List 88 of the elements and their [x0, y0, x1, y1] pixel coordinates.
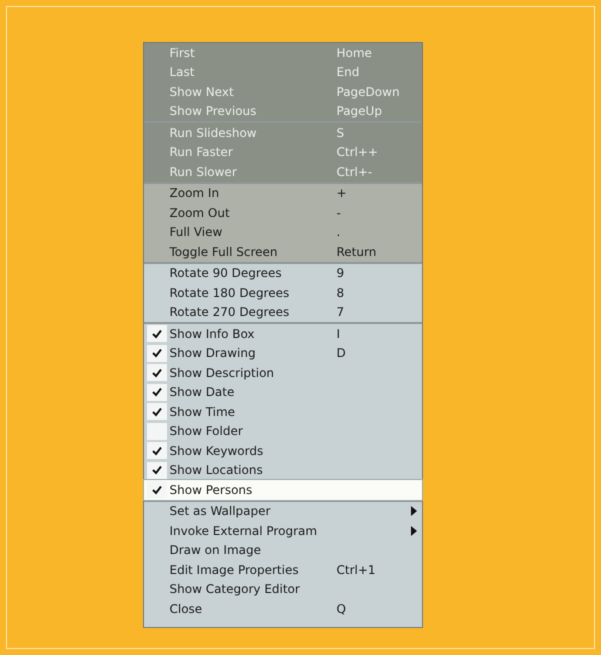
checkbox[interactable]: [146, 384, 166, 401]
shortcut-label: -: [336, 206, 341, 220]
menu-item[interactable]: Show Keywords: [144, 441, 422, 460]
shortcut-label: Q: [336, 602, 346, 616]
checkmark-icon: [152, 387, 162, 398]
checkbox[interactable]: [146, 344, 166, 362]
checkmark-icon: [152, 446, 162, 456]
submenu-arrow-icon: [411, 526, 417, 536]
menu-item-label: Invoke External Program: [170, 524, 318, 538]
checkbox[interactable]: [146, 481, 166, 498]
checkmark-icon: [152, 484, 162, 495]
checkmark-icon: [152, 368, 162, 378]
shortcut-label: 9: [336, 266, 344, 280]
shortcut-label: Ctrl+1: [336, 562, 376, 577]
menu-item-label: Rotate 270 Degrees: [170, 305, 290, 320]
menu-item[interactable]: Show Date: [144, 382, 422, 402]
checkbox[interactable]: [146, 364, 166, 382]
menu-item[interactable]: Draw on Image: [144, 540, 422, 560]
shortcut-label: I: [336, 326, 340, 341]
menu-item-label: Show Next: [170, 84, 235, 99]
submenu-arrow-icon: [411, 506, 417, 516]
menu-item-label: Show Drawing: [170, 346, 257, 360]
checkbox[interactable]: [146, 403, 166, 420]
menu-item-label: Show Previous: [170, 104, 258, 118]
menu-item-label: Show Folder: [170, 424, 244, 438]
menu-item[interactable]: Show Info Box I: [144, 324, 422, 344]
menu-item[interactable]: Rotate 180 Degrees 8: [144, 283, 422, 302]
shortcut-label: PageUp: [336, 104, 382, 118]
menu-item[interactable]: Close Q: [144, 599, 422, 618]
shortcut-label: PageDown: [336, 84, 400, 99]
menu-item-label: Run Slower: [170, 164, 238, 179]
menu-item[interactable]: Show Time: [144, 402, 422, 422]
menu-item[interactable]: Zoom Out -: [144, 203, 422, 222]
menu-item-label: Zoom Out: [170, 206, 231, 220]
menu-item-label: Run Slideshow: [170, 126, 258, 140]
shortcut-label: End: [336, 65, 360, 80]
menu-item[interactable]: Edit Image Properties Ctrl+1: [144, 560, 422, 580]
menu-item-label: Draw on Image: [170, 543, 262, 558]
menu-item-label: Show Date: [170, 385, 236, 400]
menu-item[interactable]: Show Persons: [144, 480, 422, 500]
menu-item[interactable]: Show Folder: [144, 422, 422, 441]
menu-item[interactable]: Zoom In +: [144, 184, 422, 203]
shortcut-label: Ctrl+-: [336, 164, 372, 179]
menu-item-label: Show Keywords: [170, 444, 264, 458]
menu-item-label: Show Category Editor: [170, 582, 301, 596]
checkmark-icon: [152, 348, 162, 358]
menu-item[interactable]: Show Locations: [144, 460, 422, 480]
menu-item-label: Run Faster: [170, 145, 234, 160]
shortcut-label: .: [336, 225, 340, 240]
shortcut-label: Home: [336, 46, 372, 60]
menu-item-label: Edit Image Properties: [170, 562, 300, 577]
shortcut-label: S: [336, 126, 344, 140]
menu-item[interactable]: Toggle Full Screen Return: [144, 242, 422, 262]
shortcut-label: Ctrl++: [336, 145, 378, 160]
menu-item-label: Show Description: [170, 366, 276, 380]
menu-item-label: Rotate 90 Degrees: [170, 266, 283, 280]
menu-item-label: Show Locations: [170, 463, 264, 478]
checkmark-icon: [152, 465, 162, 476]
menu-item-label: Rotate 180 Degrees: [170, 286, 290, 300]
menu-item[interactable]: Show Category Editor: [144, 580, 422, 599]
checkbox[interactable]: [146, 442, 166, 460]
menu-item[interactable]: Rotate 270 Degrees 7: [144, 302, 422, 322]
menu-item[interactable]: Rotate 90 Degrees 9: [144, 264, 422, 283]
shortcut-label: Return: [336, 244, 376, 259]
shortcut-label: D: [336, 346, 346, 360]
menu-item-label: First: [170, 46, 196, 60]
menu-item[interactable]: Set as Wallpaper: [144, 502, 422, 521]
menu-item-label: Zoom In: [170, 186, 220, 200]
menu-item-label: Show Info Box: [170, 326, 256, 341]
checkbox[interactable]: [146, 462, 166, 479]
menu-item-label: Show Persons: [170, 482, 254, 497]
checkmark-icon: [152, 406, 162, 417]
menu-item-label: Show Time: [170, 404, 236, 419]
menu-item-label: Set as Wallpaper: [170, 504, 272, 518]
menu-item-label: Close: [170, 602, 204, 616]
checkbox[interactable]: [146, 325, 166, 342]
checkmark-icon: [152, 328, 162, 339]
shortcut-label: 8: [336, 286, 344, 300]
shortcut-label: 7: [336, 305, 344, 320]
menu-item[interactable]: Show Drawing D: [144, 344, 422, 363]
menu-item[interactable]: Show Description: [144, 363, 422, 382]
menu-item[interactable]: Full View .: [144, 222, 422, 242]
menu-item-label: Toggle Full Screen: [170, 244, 278, 259]
checkbox[interactable]: [146, 422, 166, 440]
menu-item-label: Last: [170, 65, 196, 80]
menu-item-label: Full View: [170, 225, 224, 240]
menu-item[interactable]: Invoke External Program: [144, 521, 422, 540]
shortcut-label: +: [336, 186, 347, 200]
